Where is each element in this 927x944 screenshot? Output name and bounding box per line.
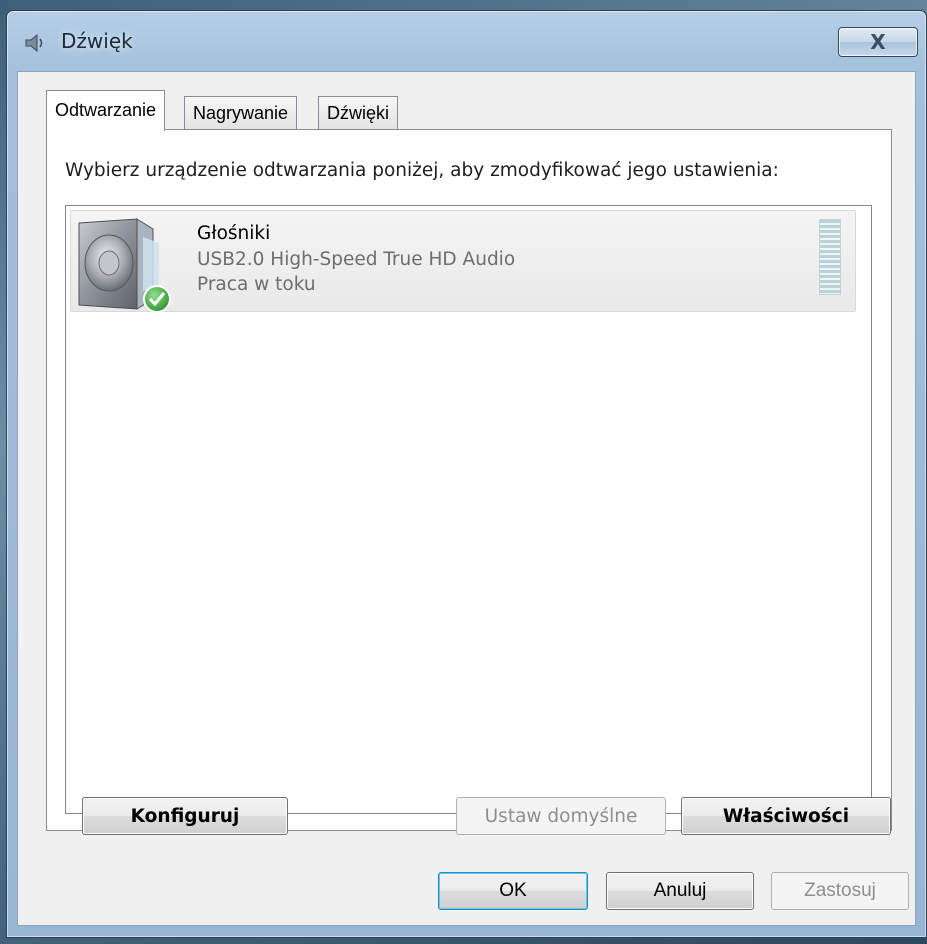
list-item-speakers[interactable]: Głośniki USB2.0 High-Speed True HD Audio…	[70, 210, 856, 313]
set-default-button[interactable]: Ustaw domyślne	[456, 797, 666, 835]
tab-playback[interactable]: Odtwarzanie	[46, 90, 166, 131]
playback-tab-panel: Wybierz urządzenie odtwarzania poniżej, …	[46, 129, 892, 831]
check-icon	[143, 285, 171, 313]
volume-level-meter	[819, 219, 841, 295]
speaker-small-icon	[25, 33, 43, 53]
device-status: Praca w toku	[197, 274, 316, 295]
cancel-button[interactable]: Anuluj	[606, 872, 754, 910]
close-button[interactable]: X	[838, 27, 918, 57]
device-list[interactable]: Głośniki USB2.0 High-Speed True HD Audio…	[65, 205, 872, 814]
properties-button[interactable]: Właściwości	[681, 797, 891, 835]
window-title: Dźwięk	[61, 29, 133, 53]
speaker-icon	[78, 218, 171, 313]
close-icon: X	[870, 30, 886, 54]
configure-button[interactable]: Konfiguruj	[82, 797, 288, 835]
ok-button[interactable]: OK	[438, 872, 588, 910]
tab-sounds[interactable]: Dźwięki	[318, 96, 399, 130]
apply-button[interactable]: Zastosuj	[771, 872, 909, 910]
instruction-text: Wybierz urządzenie odtwarzania poniżej, …	[65, 160, 779, 181]
tab-recording[interactable]: Nagrywanie	[184, 96, 298, 130]
sound-dialog-window: Dźwięk X Odtwarzanie Nagrywanie Dźwięki …	[6, 10, 927, 938]
device-name: Głośniki	[197, 223, 271, 244]
title-bar[interactable]: Dźwięk X	[7, 11, 926, 59]
device-description: USB2.0 High-Speed True HD Audio	[197, 249, 516, 270]
dialog-client-area: Odtwarzanie Nagrywanie Dźwięki Wybierz u…	[17, 71, 916, 926]
